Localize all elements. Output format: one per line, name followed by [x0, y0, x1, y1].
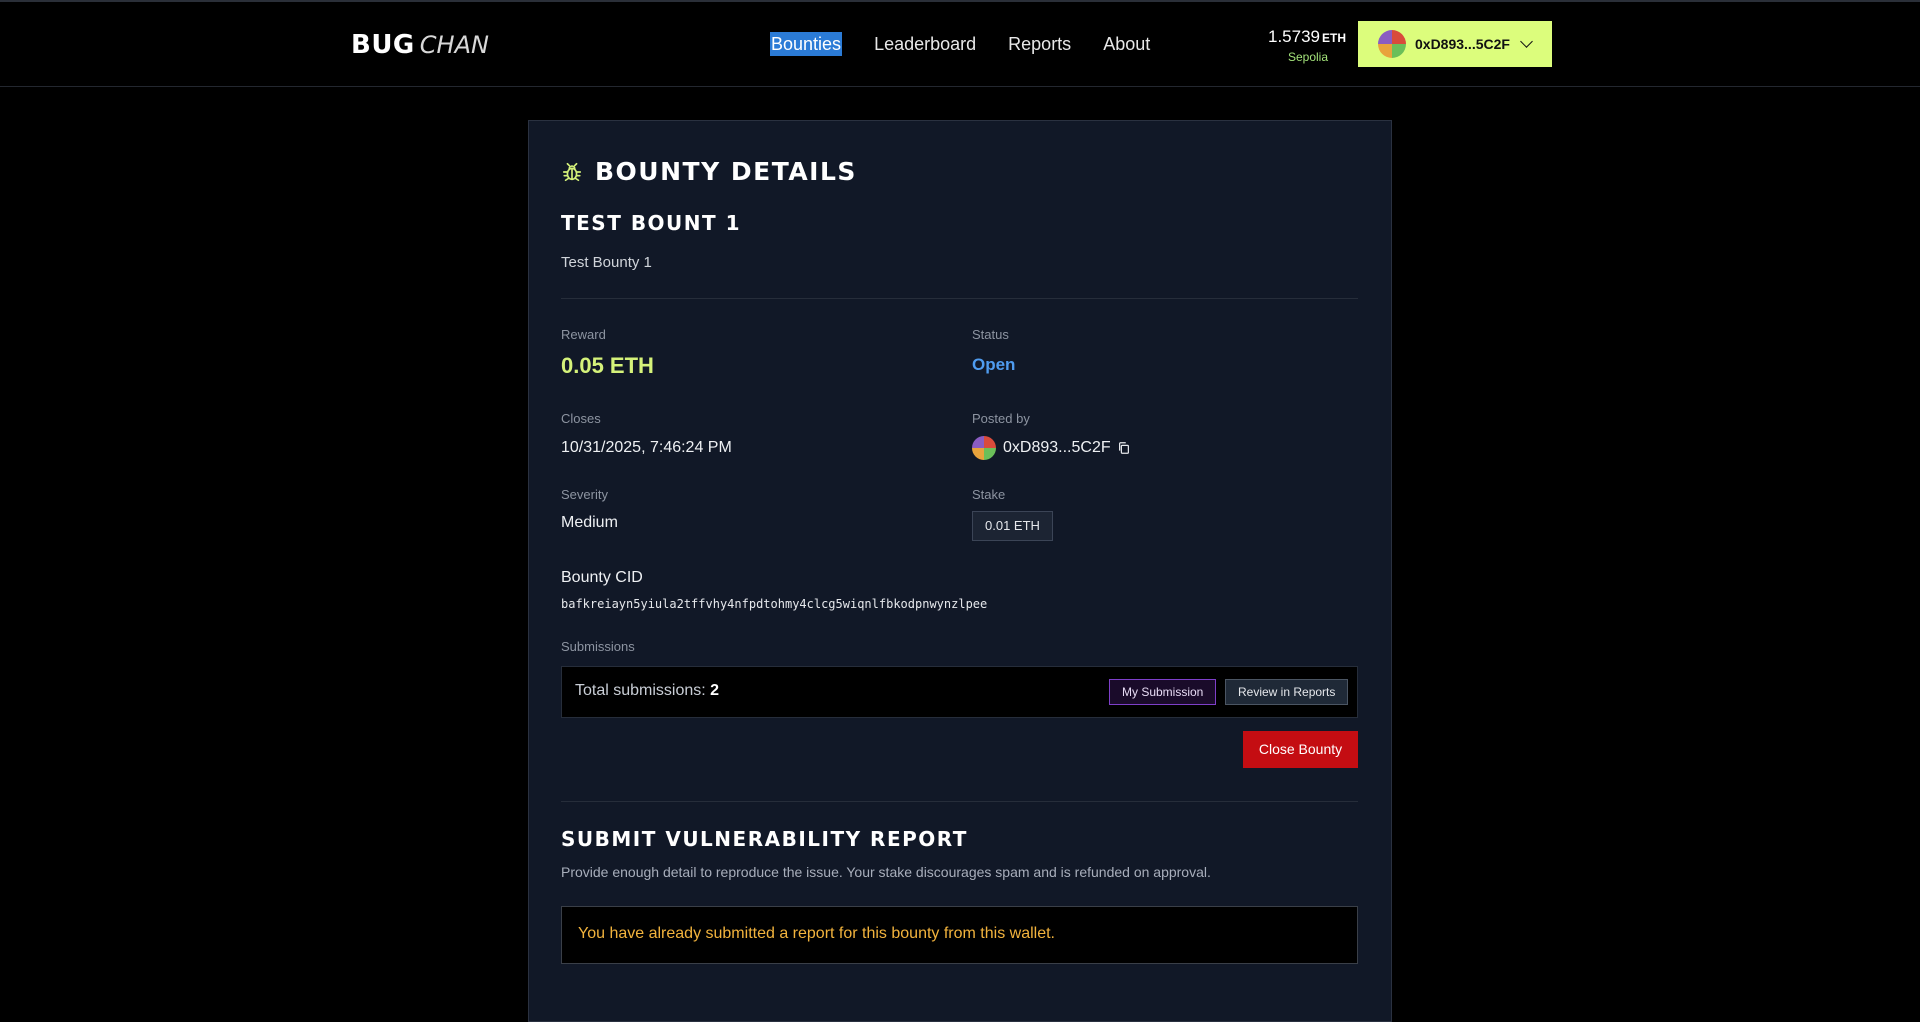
close-bounty-button[interactable]: Close Bounty — [1243, 731, 1358, 768]
wallet-balance: 1.5739 ETH Sepolia — [1260, 26, 1346, 65]
severity-label: Severity — [561, 487, 608, 502]
review-in-reports-button[interactable]: Review in Reports — [1225, 679, 1349, 705]
bounty-cid-value: bafkreiayn5yiula2tffvhy4nfpdtohmy4clcg5w… — [561, 597, 988, 611]
bounty-description: Test Bounty 1 — [561, 254, 652, 271]
bounty-details-card: BOUNTY DETAILS TEST BOUNT 1 Test Bounty … — [528, 120, 1392, 1022]
balance-amount: 1.5739 — [1268, 27, 1320, 46]
total-submissions-count: 2 — [710, 682, 720, 699]
wallet-account-button[interactable]: 0xD893...5C2F — [1358, 21, 1552, 67]
status-label: Status — [972, 327, 1009, 342]
severity-value: Medium — [561, 514, 618, 531]
network-name: Sepolia — [1287, 50, 1329, 64]
reward-label: Reward — [561, 327, 606, 342]
submissions-label: Submissions — [561, 639, 635, 654]
stake-badge: 0.01 ETH — [972, 511, 1053, 541]
total-submissions: Total submissions: 2 — [575, 682, 719, 700]
divider — [561, 801, 1358, 802]
notice-text: You have already submitted a report for … — [578, 925, 1055, 942]
logo[interactable]: BUG CHAN — [351, 30, 489, 60]
submit-report-title: SUBMIT VULNERABILITY REPORT — [561, 827, 968, 851]
wallet-avatar — [1378, 30, 1406, 58]
nav-about[interactable]: About — [1103, 32, 1150, 56]
page-title: BOUNTY DETAILS — [595, 157, 857, 186]
logo-chan-text: CHAN — [419, 31, 489, 59]
divider — [561, 298, 1358, 299]
reward-value: 0.05 ETH — [561, 353, 654, 378]
wallet-address: 0xD893...5C2F — [1415, 36, 1510, 52]
stake-label: Stake — [972, 487, 1006, 502]
closes-label: Closes — [561, 411, 601, 426]
main-nav: Bounties Leaderboard Reports About — [770, 32, 1182, 56]
submit-report-description: Provide enough detail to reproduce the i… — [561, 864, 1211, 880]
total-submissions-label: Total submissions: — [575, 682, 706, 699]
posted-by: 0xD893...5C2F — [972, 436, 1131, 460]
copy-icon[interactable] — [1117, 441, 1131, 455]
balance-unit: ETH — [1322, 31, 1346, 45]
logo-bug-text: BUG — [351, 30, 415, 60]
nav-bounties[interactable]: Bounties — [770, 32, 843, 56]
bounty-title: TEST BOUNT 1 — [561, 211, 742, 235]
poster-address: 0xD893...5C2F — [1003, 439, 1111, 456]
status-value: Open — [972, 355, 1016, 374]
nav-leaderboard[interactable]: Leaderboard — [874, 32, 976, 56]
page-heading: BOUNTY DETAILS — [561, 157, 857, 186]
posted-by-label: Posted by — [972, 411, 1030, 426]
nav-reports[interactable]: Reports — [1008, 32, 1071, 56]
already-submitted-notice: You have already submitted a report for … — [561, 906, 1358, 964]
submissions-panel: Total submissions: 2 My Submission Revie… — [561, 666, 1358, 718]
poster-avatar — [972, 436, 996, 460]
chevron-down-icon — [1520, 35, 1533, 48]
closes-value: 10/31/2025, 7:46:24 PM — [561, 439, 732, 456]
bug-icon — [562, 162, 582, 181]
bounty-cid-label: Bounty CID — [561, 569, 643, 586]
top-navbar: BUG CHAN Bounties Leaderboard Reports Ab… — [0, 2, 1920, 87]
my-submission-button[interactable]: My Submission — [1109, 679, 1217, 705]
